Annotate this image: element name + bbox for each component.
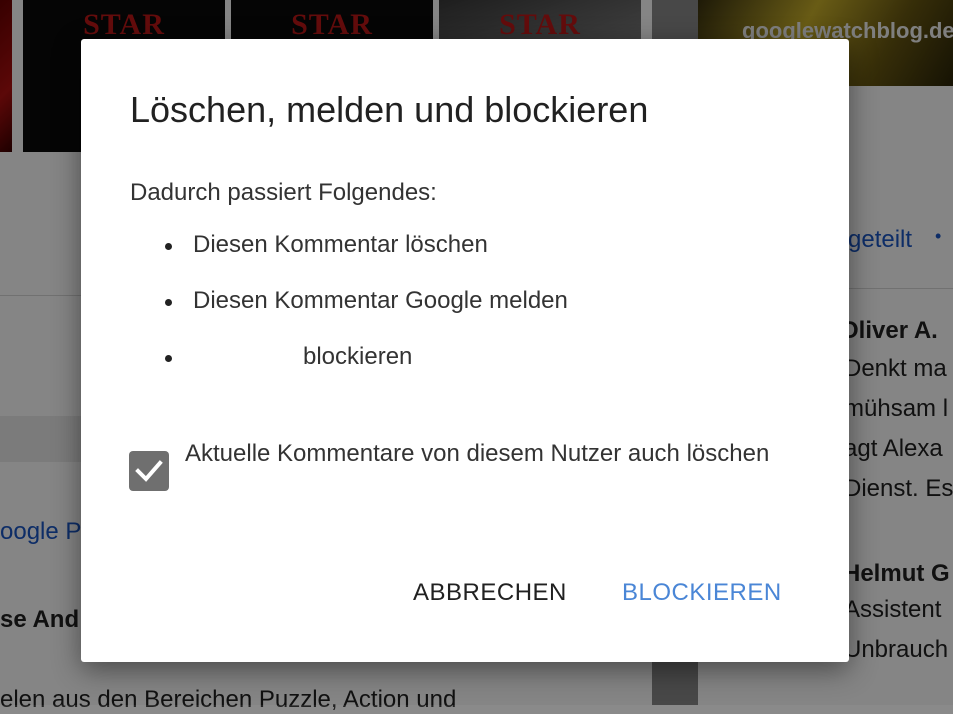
delete-comments-checkbox[interactable]	[129, 451, 169, 491]
bullet-icon	[165, 299, 172, 306]
cancel-button[interactable]: ABBRECHEN	[407, 575, 573, 611]
dialog-title: Löschen, melden und blockieren	[130, 89, 649, 130]
bullet-icon	[165, 243, 172, 250]
consequence-text: Diesen Kommentar löschen	[193, 231, 488, 258]
checkbox-label[interactable]: Aktuelle Kommentare von diesem Nutzer au…	[185, 434, 795, 474]
block-button[interactable]: BLOCKIEREN	[616, 575, 788, 611]
dialog-intro: Dadurch passiert Folgendes:	[130, 179, 437, 206]
consequence-text: Diesen Kommentar Google melden	[193, 287, 568, 314]
consequence-text: blockieren	[303, 343, 413, 370]
block-user-dialog: Löschen, melden und blockieren Dadurch p…	[81, 39, 849, 662]
consequence-block-user: blockieren	[193, 343, 412, 371]
checkmark-icon	[135, 460, 163, 482]
bullet-icon	[165, 355, 172, 362]
